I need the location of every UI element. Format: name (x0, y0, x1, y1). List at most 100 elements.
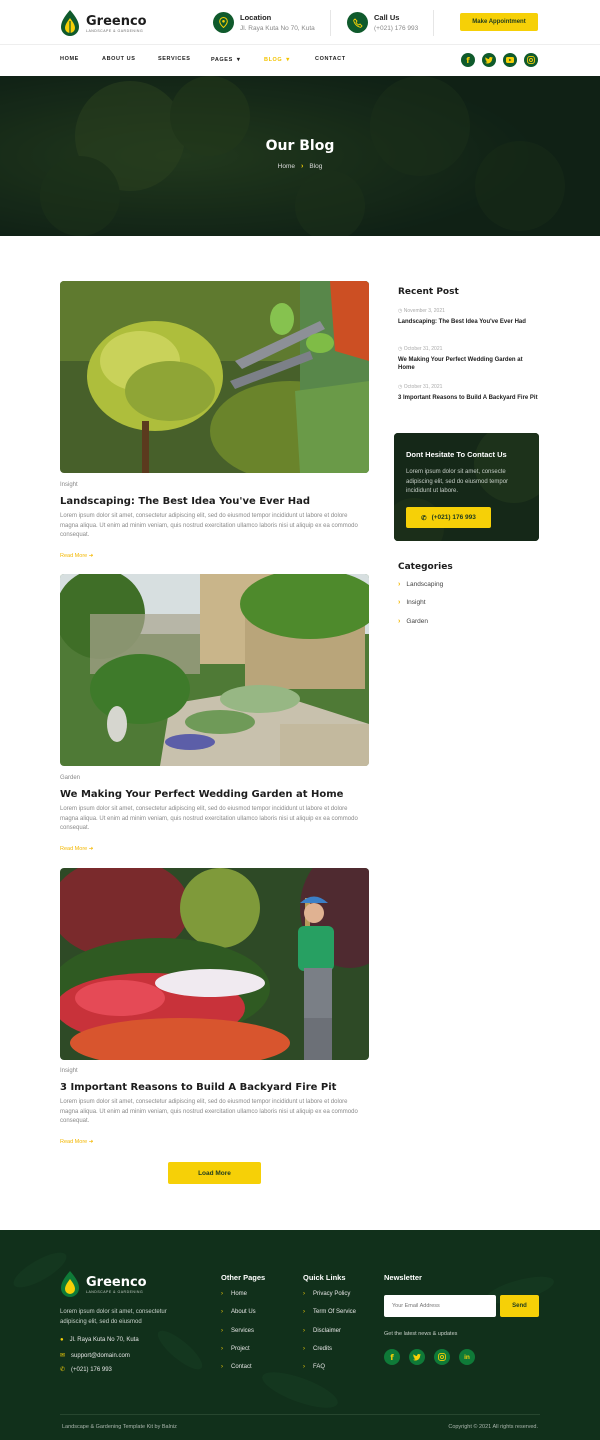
load-more-button[interactable]: Load More (168, 1162, 261, 1184)
breadcrumb-current: Blog (309, 163, 323, 170)
post-image[interactable] (60, 281, 369, 473)
post-title[interactable]: Landscaping: The Best Idea You've Ever H… (60, 496, 310, 507)
recent-post-date: ◷ October 31, 2021 (398, 346, 538, 352)
recent-post-item[interactable]: ◷ October 31, 2021 3 Important Reasons t… (398, 384, 538, 402)
footer-link-label: FAQ (313, 1364, 326, 1370)
recent-post-item[interactable]: ◷ November 3, 2021 Landscaping: The Best… (398, 308, 538, 326)
header-call[interactable]: Call Us (+021) 176 993 (347, 12, 418, 33)
facebook-icon[interactable]: f (461, 53, 475, 67)
call-value: (+021) 176 993 (374, 25, 419, 32)
post-excerpt: Lorem ipsum dolor sit amet, consectetur … (60, 806, 358, 831)
read-more-link[interactable]: Read More ➜ (60, 846, 93, 852)
footer-link-term-of-service[interactable]: › Term Of Service (303, 1309, 356, 1315)
recent-post-date-text: October 31, 2021 (403, 346, 443, 352)
make-appointment-button[interactable]: Make Appointment (460, 13, 538, 31)
arrow-right-icon: ➜ (88, 553, 94, 559)
chevron-right-icon: › (221, 1309, 223, 1315)
nav-contact[interactable]: CONTACT (315, 56, 346, 62)
footer-link-faq[interactable]: › FAQ (303, 1364, 325, 1370)
post-image[interactable] (60, 574, 369, 766)
footer-email[interactable]: ✉ support@domain.com (60, 1352, 130, 1359)
contact-phone-label: (+021) 176 993 (431, 514, 476, 521)
nav-services[interactable]: SERVICES (158, 56, 191, 62)
post-title[interactable]: We Making Your Perfect Wedding Garden at… (60, 789, 343, 800)
category-item-insight[interactable]: › Insight (398, 599, 426, 606)
footer-link-label: Contact (231, 1364, 252, 1370)
recent-post-link[interactable]: Landscaping: The Best Idea You've Ever H… (398, 318, 538, 326)
other-pages-title: Other Pages (221, 1273, 266, 1282)
recent-post-date-text: November 3, 2021 (403, 308, 445, 314)
newsletter-email-input[interactable] (384, 1295, 496, 1317)
breadcrumb-home[interactable]: Home (278, 163, 295, 170)
footer-link-about-us[interactable]: › About Us (221, 1309, 256, 1315)
footer-address-text: Jl. Raya Kuta No 70, Kuta (69, 1337, 139, 1343)
recent-post-item[interactable]: ◷ October 31, 2021 We Making Your Perfec… (398, 346, 538, 372)
footer-link-contact[interactable]: › Contact (221, 1364, 252, 1370)
footer-link-project[interactable]: › Project (221, 1346, 250, 1352)
footer-link-label: About Us (231, 1309, 256, 1315)
footer-logo-name: Greenco (86, 1274, 147, 1290)
post-excerpt: Lorem ipsum dolor sit amet, consectetur … (60, 1099, 358, 1124)
nav-blog[interactable]: BLOG ▾ (264, 56, 290, 64)
footer-link-label: Project (231, 1346, 250, 1352)
category-item-garden[interactable]: › Garden (398, 618, 428, 625)
chevron-right-icon: › (221, 1291, 223, 1297)
post-image[interactable] (60, 868, 369, 1060)
read-more-link[interactable]: Read More ➜ (60, 1139, 93, 1145)
footer-link-label: Home (231, 1291, 248, 1297)
footer-leaf-pattern (0, 1230, 600, 1440)
phone-icon: ✆ (60, 1367, 66, 1373)
post-category[interactable]: Garden (60, 775, 80, 781)
recent-post-date: ◷ November 3, 2021 (398, 308, 538, 314)
footer-logo-tagline: LANDSCAPE & GARDENING (86, 1289, 144, 1294)
site-logo[interactable]: Greenco LANDSCAPE & GARDENING (60, 8, 160, 38)
read-more-link[interactable]: Read More ➜ (60, 553, 93, 559)
contact-card: Dont Hesitate To Contact Us Lorem ipsum … (394, 433, 539, 541)
footer-logo[interactable]: Greenco LANDSCAPE & GARDENING (60, 1270, 147, 1298)
post-category[interactable]: Insight (60, 482, 78, 488)
footer-link-label: Term Of Service (313, 1309, 357, 1315)
nav-home[interactable]: HOME (60, 56, 79, 62)
linkedin-icon[interactable]: in (459, 1349, 475, 1365)
footer-link-label: Privacy Policy (313, 1291, 351, 1297)
recent-post-link[interactable]: We Making Your Perfect Wedding Garden at… (398, 356, 538, 372)
phone-icon (347, 12, 368, 33)
chevron-right-icon: › (398, 618, 401, 625)
post-excerpt: Lorem ipsum dolor sit amet, consectetur … (60, 513, 358, 538)
nav-about-us[interactable]: ABOUT US (102, 56, 136, 62)
facebook-icon[interactable]: f (384, 1349, 400, 1365)
contact-phone-button[interactable]: ✆ (+021) 176 993 (406, 507, 491, 528)
recent-post-date: ◷ October 31, 2021 (398, 384, 538, 390)
chevron-down-icon: ▾ (236, 57, 241, 63)
instagram-icon[interactable] (434, 1349, 450, 1365)
twitter-icon[interactable] (409, 1349, 425, 1365)
footer-credit: Landscape & Gardening Template Kit by Ba… (62, 1424, 177, 1430)
phone-icon: ✆ (421, 514, 427, 522)
recent-post-link[interactable]: 3 Important Reasons to Build A Backyard … (398, 394, 538, 402)
newsletter-title: Newsletter (384, 1273, 422, 1282)
logo-tagline: LANDSCAPE & GARDENING (86, 28, 144, 33)
footer-link-privacy-policy[interactable]: › Privacy Policy (303, 1291, 350, 1297)
quick-links-title: Quick Links (303, 1273, 346, 1282)
footer-phone-text: (+021) 176 993 (71, 1367, 112, 1373)
youtube-icon[interactable] (503, 53, 517, 67)
nav-pages[interactable]: PAGES ▾ (211, 56, 241, 64)
call-label: Call Us (374, 13, 400, 22)
footer-link-label: Services (231, 1328, 255, 1334)
footer-link-disclaimer[interactable]: › Disclaimer (303, 1328, 341, 1334)
category-item-landscaping[interactable]: › Landscaping (398, 581, 443, 588)
instagram-icon[interactable] (524, 53, 538, 67)
post-category[interactable]: Insight (60, 1068, 78, 1074)
main-nav: HOME ABOUT US SERVICES PAGES ▾ BLOG ▾ CO… (60, 56, 360, 66)
read-more-label: Read More (60, 553, 88, 559)
chevron-right-icon: › (300, 163, 304, 170)
footer-phone[interactable]: ✆ (+021) 176 993 (60, 1366, 112, 1373)
post-title[interactable]: 3 Important Reasons to Build A Backyard … (60, 1082, 336, 1093)
read-more-label: Read More (60, 1139, 88, 1145)
footer-link-home[interactable]: › Home (221, 1291, 247, 1297)
footer-link-services[interactable]: › Services (221, 1328, 254, 1334)
footer-link-credits[interactable]: › Credits (303, 1346, 332, 1352)
chevron-right-icon: › (303, 1346, 305, 1352)
twitter-icon[interactable] (482, 53, 496, 67)
newsletter-send-button[interactable]: Send (500, 1295, 539, 1317)
